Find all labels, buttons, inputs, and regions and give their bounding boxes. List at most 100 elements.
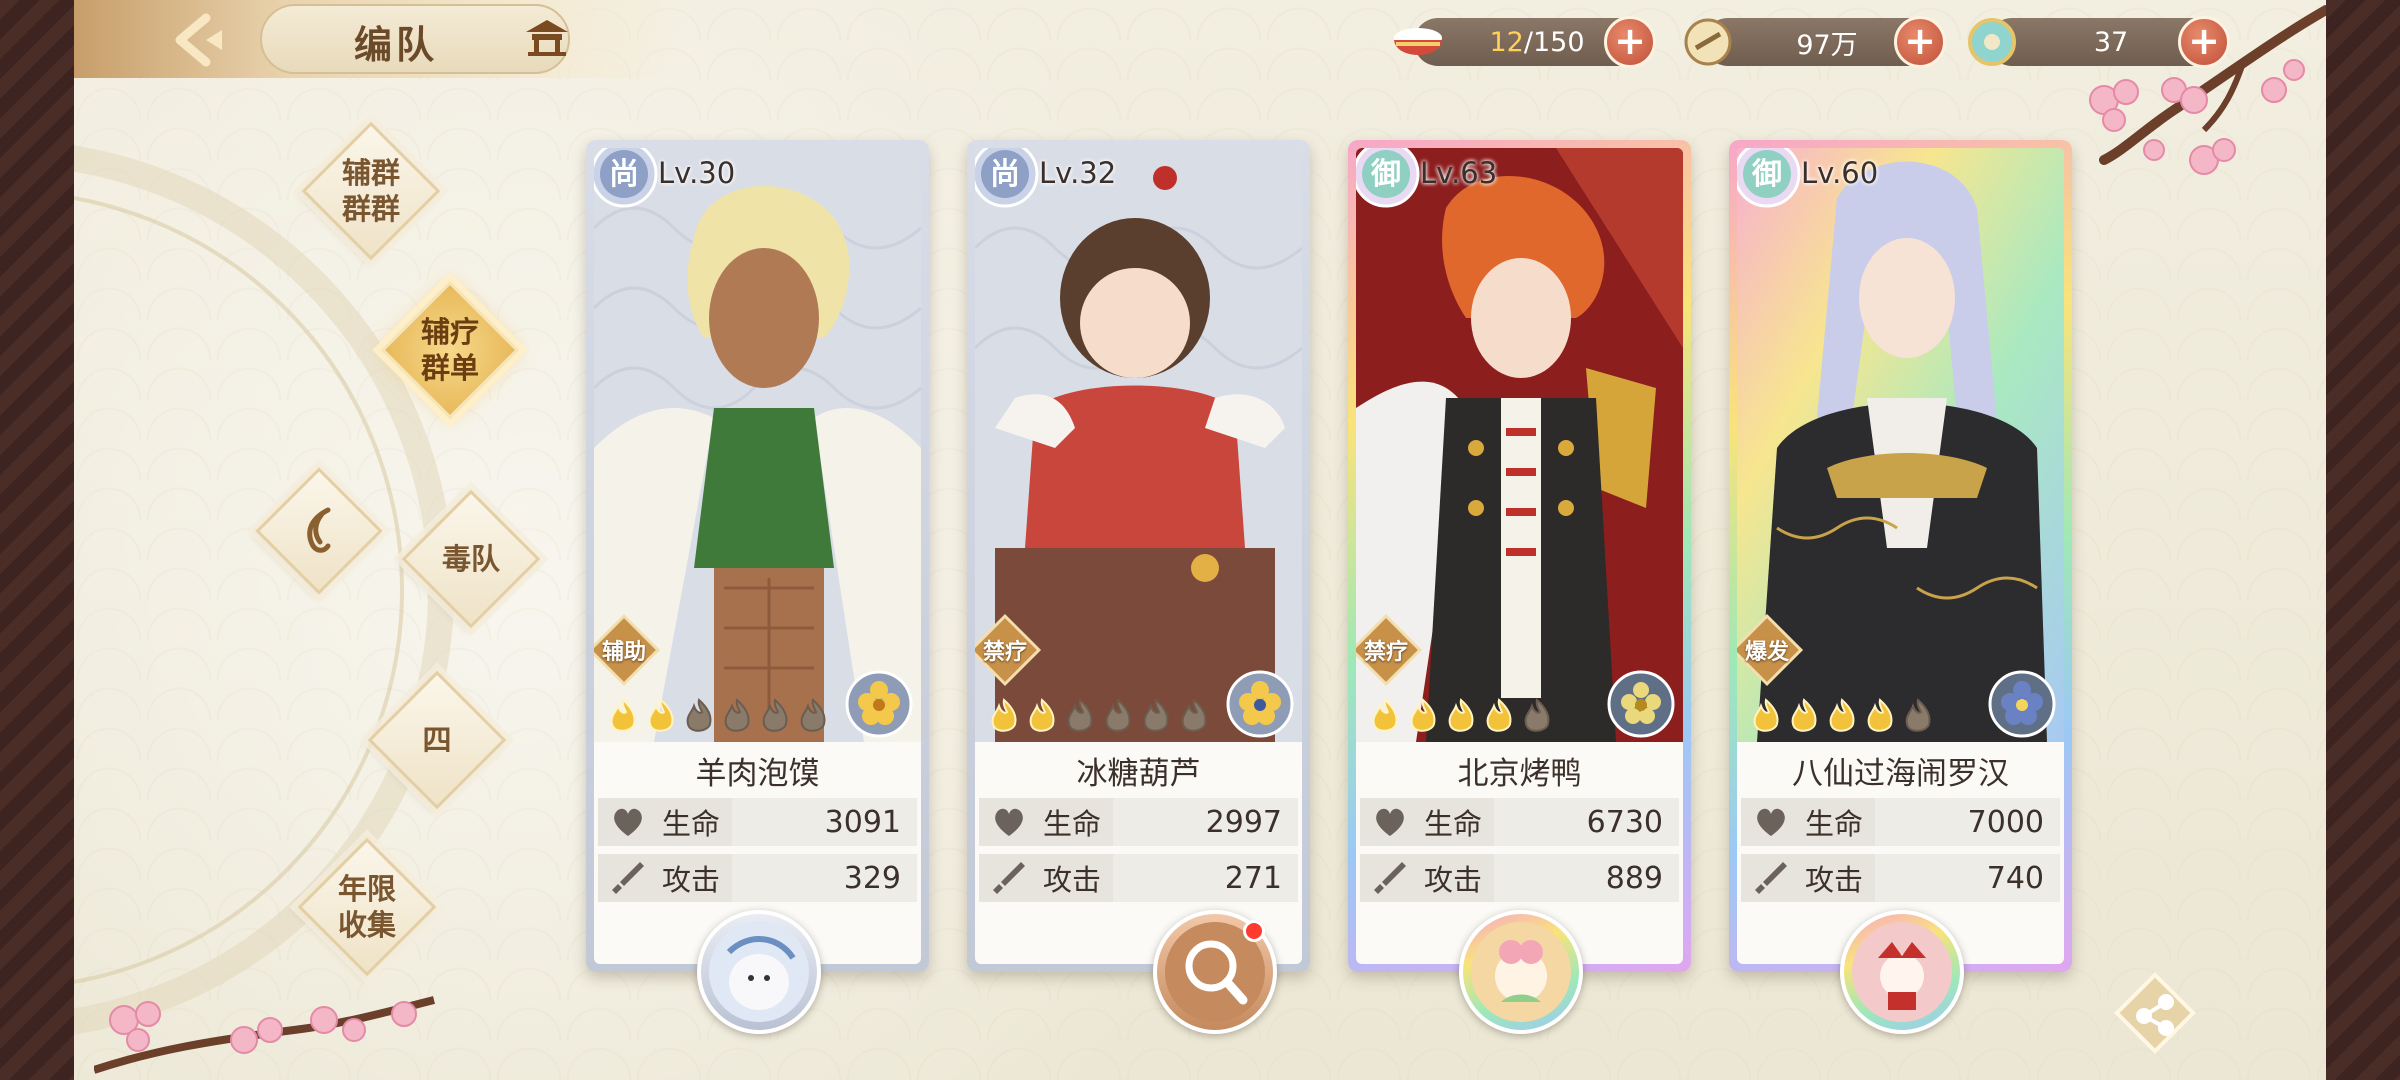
star-empty-icon bbox=[800, 698, 826, 732]
attack-value: 740 bbox=[1986, 860, 2044, 896]
star-empty-icon bbox=[1067, 698, 1093, 732]
star-empty-icon bbox=[1524, 698, 1550, 732]
character-card-3[interactable]: 御 Lv.63 禁疗 北京烤鸭 生命 6730 攻击 889 bbox=[1348, 140, 1691, 972]
element-flower-icon bbox=[1226, 670, 1294, 738]
role-tag-label: 辅助 bbox=[601, 640, 646, 665]
character-name: 八仙过海闹罗汉 bbox=[1792, 756, 2009, 792]
sword-icon bbox=[1374, 862, 1406, 894]
star-empty-icon bbox=[762, 698, 788, 732]
sword-icon bbox=[612, 862, 644, 894]
card-inner: 尚 Lv.32 禁疗 冰糖葫芦 生命 2997 攻击 271 bbox=[975, 148, 1302, 964]
coin-value: 97万 bbox=[1796, 29, 1858, 61]
pet-slot-4[interactable] bbox=[1840, 910, 1964, 1034]
pet-avatar-icon bbox=[1471, 922, 1571, 1022]
hp-value: 7000 bbox=[1967, 804, 2044, 840]
star-filled-icon bbox=[1486, 698, 1512, 732]
add-jade-button[interactable]: + bbox=[2178, 16, 2230, 68]
pet-slot-1[interactable] bbox=[697, 910, 821, 1034]
svg-text:尚: 尚 bbox=[609, 157, 639, 192]
sword-icon bbox=[1755, 862, 1787, 894]
svg-text:御: 御 bbox=[1370, 157, 1401, 192]
character-card-4[interactable]: 御 Lv.60 爆发 八仙过海闹罗汉 生命 7000 攻击 740 bbox=[1729, 140, 2072, 972]
attack-value: 889 bbox=[1605, 860, 1663, 896]
sword-icon bbox=[993, 862, 1025, 894]
hp-label: 生命 bbox=[1043, 807, 1102, 841]
hp-value: 2997 bbox=[1205, 804, 1282, 840]
sidebar-item-5[interactable]: 四 bbox=[367, 670, 507, 810]
character-card-2[interactable]: 尚 Lv.32 禁疗 冰糖葫芦 生命 2997 攻击 271 bbox=[967, 140, 1310, 972]
star-rating bbox=[606, 696, 830, 736]
star-filled-icon bbox=[1753, 698, 1779, 732]
sidebar-item-1[interactable]: 辅群 群群 bbox=[301, 121, 441, 261]
add-stamina-button[interactable]: + bbox=[1604, 16, 1656, 68]
heart-icon bbox=[1376, 808, 1404, 836]
bowl-icon bbox=[1394, 28, 1442, 55]
hp-label: 生命 bbox=[1805, 807, 1864, 841]
sidebar-item-6[interactable]: 年限 收集 bbox=[297, 837, 437, 977]
character-level: Lv.30 bbox=[658, 156, 736, 190]
rank-badge-icon: 尚 bbox=[975, 148, 1039, 208]
left-frame bbox=[0, 0, 74, 1080]
back-button[interactable] bbox=[164, 10, 238, 70]
card-inner: 尚 Lv.30 辅助 羊肉泡馍 生命 3091 攻击 329 bbox=[594, 148, 921, 964]
hp-value: 6730 bbox=[1586, 804, 1663, 840]
star-filled-icon bbox=[1410, 698, 1436, 732]
pet-avatar-icon bbox=[1852, 922, 1952, 1022]
sidebar-item-label: 年限 收集 bbox=[337, 872, 396, 942]
heart-icon bbox=[614, 808, 642, 836]
character-card-1[interactable]: 尚 Lv.30 辅助 羊肉泡馍 生命 3091 攻击 329 bbox=[586, 140, 929, 972]
character-name: 北京烤鸭 bbox=[1457, 756, 1582, 792]
star-empty-icon bbox=[724, 698, 750, 732]
add-coin-button[interactable]: + bbox=[1894, 16, 1946, 68]
element-flower-icon bbox=[1607, 670, 1675, 738]
element-flower-icon bbox=[845, 670, 913, 738]
star-filled-icon bbox=[991, 698, 1017, 732]
rank-badge-icon: 御 bbox=[1356, 148, 1420, 208]
sidebar-item-2-active[interactable]: 辅疗 群单 bbox=[380, 280, 520, 420]
attack-value: 271 bbox=[1224, 860, 1282, 896]
attack-label: 攻击 bbox=[1424, 863, 1483, 897]
star-rating bbox=[1368, 696, 1554, 736]
cherry-blossom-bottom-left-icon bbox=[94, 996, 435, 1074]
pet-avatar-icon bbox=[709, 922, 809, 1022]
coin-icon bbox=[1684, 18, 1732, 66]
pet-slot-2[interactable] bbox=[1153, 910, 1277, 1034]
hp-stat-row: 生命 7000 bbox=[1741, 798, 2060, 846]
attack-label: 攻击 bbox=[1043, 863, 1102, 897]
pet-slot-3[interactable] bbox=[1459, 910, 1583, 1034]
star-filled-icon bbox=[1372, 698, 1398, 732]
character-level: Lv.60 bbox=[1801, 156, 1879, 190]
star-filled-icon bbox=[1029, 698, 1055, 732]
attack-label: 攻击 bbox=[662, 863, 721, 897]
role-tag-label: 禁疗 bbox=[982, 640, 1027, 665]
hp-value: 3091 bbox=[824, 804, 901, 840]
role-tag-label: 爆发 bbox=[1744, 640, 1789, 665]
notification-dot bbox=[1243, 920, 1265, 942]
hp-label: 生命 bbox=[1424, 807, 1483, 841]
star-filled-icon bbox=[610, 698, 636, 732]
star-empty-icon bbox=[1143, 698, 1169, 732]
element-flower-icon bbox=[1988, 670, 2056, 738]
character-name: 羊肉泡馍 bbox=[695, 756, 820, 792]
attack-stat-row: 攻击 271 bbox=[979, 854, 1298, 902]
share-button[interactable] bbox=[2108, 966, 2202, 1060]
hp-stat-row: 生命 6730 bbox=[1360, 798, 1679, 846]
star-filled-icon bbox=[1829, 698, 1855, 732]
attack-value: 329 bbox=[843, 860, 901, 896]
sidebar-item-3[interactable] bbox=[255, 467, 383, 595]
top-bar: 编队 12/150 + 97万 + 37 + bbox=[74, 0, 2326, 80]
stamina-total: /150 bbox=[1523, 26, 1585, 58]
svg-text:御: 御 bbox=[1751, 157, 1782, 192]
card-inner: 御 Lv.60 爆发 八仙过海闹罗汉 生命 7000 攻击 740 bbox=[1737, 148, 2064, 964]
sidebar-item-4[interactable]: 毒队 bbox=[401, 489, 541, 629]
hp-stat-row: 生命 3091 bbox=[598, 798, 917, 846]
jade-resource: 37 + bbox=[1968, 16, 2230, 68]
star-filled-icon bbox=[648, 698, 674, 732]
page-title: 编队 bbox=[354, 23, 439, 67]
hp-stat-row: 生命 2997 bbox=[979, 798, 1298, 846]
card-inner: 御 Lv.63 禁疗 北京烤鸭 生命 6730 攻击 889 bbox=[1356, 148, 1683, 964]
star-empty-icon bbox=[1105, 698, 1131, 732]
pavilion-icon[interactable] bbox=[522, 18, 572, 58]
rank-badge-icon: 御 bbox=[1737, 148, 1801, 208]
right-frame bbox=[2326, 0, 2400, 1080]
